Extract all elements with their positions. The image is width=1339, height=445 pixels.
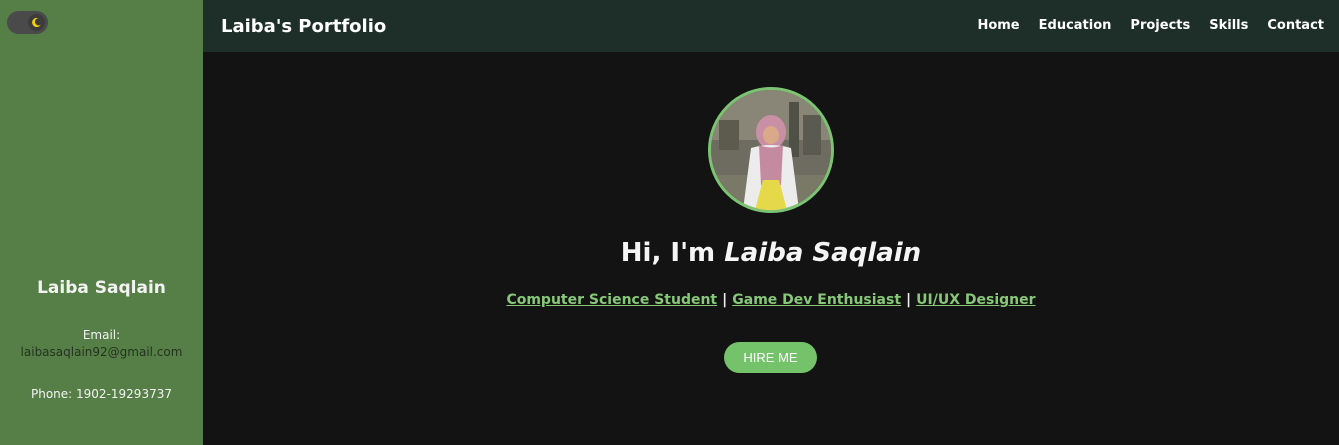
hero-greeting: Hi, I'm xyxy=(620,238,725,268)
role-link-cs-student[interactable]: Computer Science Student xyxy=(506,292,717,308)
profile-photo-illustration xyxy=(711,90,831,210)
email-label: Email: xyxy=(82,328,121,342)
sidebar-name: Laiba Saqlain xyxy=(37,278,166,298)
role-separator: | xyxy=(906,292,912,308)
role-separator: | xyxy=(722,292,728,308)
theme-toggle[interactable] xyxy=(7,11,48,34)
profile-photo xyxy=(708,87,834,213)
phone-value: Phone: 1902-19293737 xyxy=(31,387,172,401)
nav-link-projects[interactable]: Projects xyxy=(1130,18,1190,33)
role-link-game-dev[interactable]: Game Dev Enthusiast xyxy=(732,292,901,308)
brand-title: Laiba's Portfolio xyxy=(221,16,387,37)
nav-link-education[interactable]: Education xyxy=(1039,18,1112,33)
hero-title: Hi, I'm Laiba Saqlain xyxy=(203,238,1339,268)
role-link-ui-ux[interactable]: UI/UX Designer xyxy=(916,292,1035,308)
hero-name: Laiba Saqlain xyxy=(724,238,922,268)
sidebar: Laiba Saqlain Email: laibasaqlain92@gmai… xyxy=(0,0,203,445)
nav-links: Home Education Projects Skills Contact xyxy=(977,18,1324,33)
hero-roles: Computer Science Student | Game Dev Enthus… xyxy=(203,292,1339,308)
moon-icon xyxy=(28,14,45,31)
email-value: laibasaqlain92@gmail.com xyxy=(20,345,183,359)
nav-link-home[interactable]: Home xyxy=(977,18,1019,33)
nav-link-contact[interactable]: Contact xyxy=(1267,18,1324,33)
nav-link-skills[interactable]: Skills xyxy=(1209,18,1248,33)
navbar: Laiba's Portfolio Home Education Project… xyxy=(203,0,1339,52)
hire-me-button[interactable]: HIRE ME xyxy=(724,342,817,373)
